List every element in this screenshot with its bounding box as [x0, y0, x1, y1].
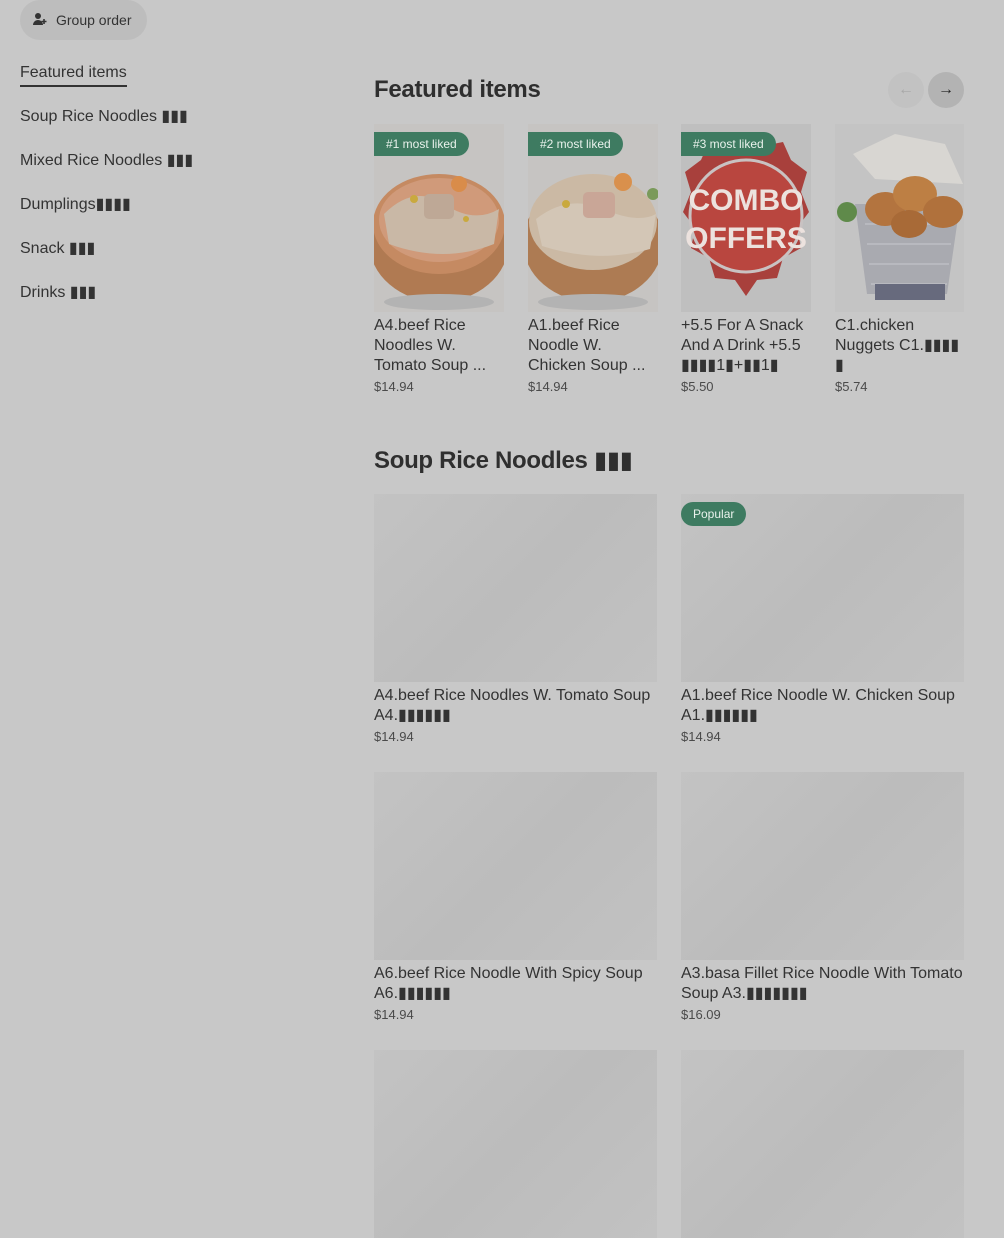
item-price: $16.09 — [681, 1007, 721, 1022]
featured-item-card[interactable]: #2 most liked A1.beef Rice Noodle W. Chi… — [528, 124, 658, 394]
item-name: C1.chicken Nuggets C1.▮▮▮▮ ▮ — [835, 317, 960, 374]
item-image-placeholder: Popular — [681, 494, 964, 682]
item-price: $5.74 — [835, 379, 868, 394]
item-price: $14.94 — [681, 729, 721, 744]
sidebar-item-soup-rice-noodles[interactable]: Soup Rice Noodles ▮▮▮ — [20, 106, 320, 150]
person-add-icon — [32, 11, 48, 30]
item-price: $14.94 — [374, 379, 414, 394]
item-price: $5.50 — [681, 379, 714, 394]
item-image-placeholder — [681, 772, 964, 960]
featured-carousel: #1 most liked A4.beef Rice Noodles W. To… — [374, 124, 964, 414]
chicken-nuggets-image — [835, 124, 964, 312]
featured-item-card[interactable]: C1.chicken Nuggets C1.▮▮▮▮ ▮ $5.74 — [835, 124, 964, 394]
offers-text: OFFERS — [685, 222, 807, 255]
combo-text: COMBO — [689, 184, 804, 217]
item-price: $14.94 — [374, 729, 414, 744]
arrow-right-icon: → — [938, 81, 954, 98]
item-name: A4.beef Rice Noodles W. Tomato Soup ... — [374, 317, 487, 374]
sidebar-item-featured[interactable]: Featured items — [20, 62, 320, 106]
carousel-prev-button[interactable]: ← — [888, 72, 924, 108]
item-image-placeholder — [681, 1050, 964, 1238]
item-name: +5.5 For A Snack And A Drink +5.5 ▮▮▮▮1▮… — [681, 317, 804, 374]
item-name: A4.beef Rice Noodles W. Tomato Soup A4.▮… — [374, 687, 651, 724]
featured-item-card[interactable]: #1 most liked A4.beef Rice Noodles W. To… — [374, 124, 504, 394]
item-name: A1.beef Rice Noodle W. Chicken Soup A1.▮… — [681, 687, 955, 724]
menu-item-card[interactable] — [374, 1050, 657, 1238]
item-price: $14.94 — [374, 1007, 414, 1022]
item-price: $14.94 — [528, 379, 568, 394]
chicken-soup-noodles-image: #2 most liked — [528, 124, 658, 312]
menu-item-card[interactable]: A3.basa Fillet Rice Noodle With Tomato S… — [681, 772, 964, 1022]
item-name: A6.beef Rice Noodle With Spicy Soup A6.▮… — [374, 965, 643, 1002]
item-name: A3.basa Fillet Rice Noodle With Tomato S… — [681, 965, 963, 1002]
item-image-placeholder — [374, 1050, 657, 1238]
sidebar-item-label: Soup Rice Noodles ▮▮▮ — [20, 108, 188, 125]
sidebar-item-label: Featured items — [20, 62, 127, 87]
most-liked-badge: #3 most liked — [681, 132, 776, 156]
sidebar-item-dumplings[interactable]: Dumplings▮▮▮▮ — [20, 194, 320, 238]
menu-item-card[interactable]: A6.beef Rice Noodle With Spicy Soup A6.▮… — [374, 772, 657, 1022]
sidebar-item-label: Mixed Rice Noodles ▮▮▮ — [20, 152, 194, 169]
most-liked-badge: #1 most liked — [374, 132, 469, 156]
carousel-next-button[interactable]: → — [928, 72, 964, 108]
menu-item-card[interactable] — [681, 1050, 964, 1238]
carousel-controls: ← → — [888, 72, 964, 108]
sidebar-item-drinks[interactable]: Drinks ▮▮▮ — [20, 282, 320, 326]
item-image-placeholder — [374, 772, 657, 960]
section-title-featured: Featured items — [374, 76, 541, 103]
popular-badge: Popular — [681, 502, 747, 526]
item-name: A1.beef Rice Noodle W. Chicken Soup ... — [528, 317, 646, 374]
menu-item-card[interactable]: Popular A1.beef Rice Noodle W. Chicken S… — [681, 494, 964, 744]
featured-item-card[interactable]: COMBO OFFERS #3 most liked +5.5 For A Sn… — [681, 124, 811, 394]
tomato-soup-noodles-image: #1 most liked — [374, 124, 504, 312]
combo-offers-image: COMBO OFFERS #3 most liked — [681, 124, 811, 312]
sidebar-item-label: Drinks ▮▮▮ — [20, 284, 97, 301]
sidebar-item-label: Snack ▮▮▮ — [20, 240, 96, 257]
menu-item-card[interactable]: A4.beef Rice Noodles W. Tomato Soup A4.▮… — [374, 494, 657, 744]
sidebar-item-mixed-rice-noodles[interactable]: Mixed Rice Noodles ▮▮▮ — [20, 150, 320, 194]
section-title-soup-rice-noodles: Soup Rice Noodles ▮▮▮ — [374, 447, 633, 474]
most-liked-badge: #2 most liked — [528, 132, 623, 156]
arrow-left-icon: ← — [898, 81, 914, 98]
sidebar-item-label: Dumplings▮▮▮▮ — [20, 196, 131, 213]
item-image-placeholder — [374, 494, 657, 682]
category-sidebar: Featured items Soup Rice Noodles ▮▮▮ Mix… — [20, 62, 320, 326]
group-order-button[interactable]: Group order — [20, 0, 148, 40]
sidebar-item-snack[interactable]: Snack ▮▮▮ — [20, 238, 320, 282]
group-order-label: Group order — [56, 12, 132, 28]
